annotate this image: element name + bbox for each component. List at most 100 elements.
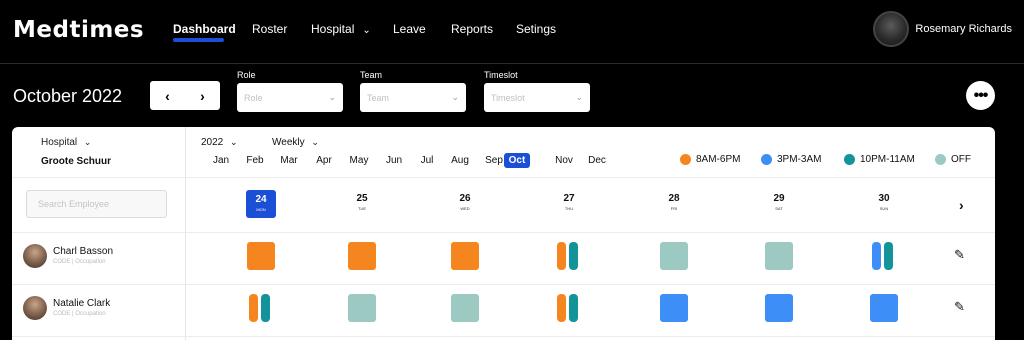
month-aug[interactable]: Aug: [449, 153, 471, 168]
active-nav-indicator: [173, 38, 224, 42]
employee-role: CODE | Occupation: [53, 259, 106, 265]
day-number: 27: [563, 193, 575, 204]
month-selector: Jan Feb Mar Apr May Jun Jul Aug Sep Oct Nov Dec: [12, 153, 612, 169]
day-of-week: TUE: [358, 206, 366, 211]
edit-icon[interactable]: ✎: [954, 299, 965, 315]
shift-block[interactable]: [569, 294, 578, 322]
nav-item-dashboard[interactable]: Dashboard: [173, 22, 236, 36]
shift-block[interactable]: [261, 294, 270, 322]
day-number: 30: [878, 193, 890, 204]
timeslot-select-placeholder: Timeslot: [491, 92, 525, 103]
shift-block[interactable]: [348, 242, 376, 270]
role-filter-label: Role: [237, 70, 256, 80]
search-employee-input[interactable]: Search Employee: [26, 190, 167, 218]
user-menu[interactable]: Rosemary Richards: [873, 11, 1012, 47]
chevron-down-icon: ⌄: [328, 92, 336, 102]
legend-dot: [761, 154, 772, 165]
month-jan[interactable]: Jan: [210, 153, 232, 168]
nav-item-settings[interactable]: Setings: [516, 22, 556, 36]
chevron-down-icon: ⌄: [311, 137, 319, 147]
day-column-header[interactable]: 28 FRI: [659, 192, 689, 211]
legend-dot: [844, 154, 855, 165]
roster-card: Hospital ⌄ Groote Schuur 2022 ⌄ Weekly ⌄…: [12, 127, 995, 340]
day-of-week: THU: [564, 206, 574, 211]
shift-block[interactable]: [557, 294, 566, 322]
team-filter: Team Team ⌄: [360, 70, 466, 112]
shift-block[interactable]: [660, 242, 688, 270]
day-column-header[interactable]: 25 TUE: [347, 192, 377, 211]
role-select-placeholder: Role: [244, 92, 263, 103]
day-column-header[interactable]: 30 SUN: [869, 192, 899, 211]
day-column-header[interactable]: 26 WED: [450, 192, 480, 211]
shift-block[interactable]: [765, 242, 793, 270]
next-week-button[interactable]: ›: [959, 197, 964, 213]
row-divider: [12, 284, 995, 285]
chevron-down-icon: ⌄: [362, 25, 371, 36]
day-column-header[interactable]: 27 THU: [554, 192, 584, 211]
app-logo[interactable]: Medtimes: [13, 17, 144, 43]
day-column-header[interactable]: 29 SAT: [764, 192, 794, 211]
month-jun[interactable]: Jun: [383, 153, 405, 168]
chevron-down-icon: ⌄: [451, 92, 459, 102]
month-may[interactable]: May: [348, 153, 370, 168]
month-nov[interactable]: Nov: [553, 153, 575, 168]
more-options-button[interactable]: •••: [966, 81, 995, 110]
avatar: [23, 296, 47, 320]
year-value: 2022: [201, 137, 224, 148]
month-feb[interactable]: Feb: [244, 153, 266, 168]
legend-dot: [935, 154, 946, 165]
role-select[interactable]: Role ⌄: [237, 83, 343, 112]
month-dec[interactable]: Dec: [586, 153, 608, 168]
day-of-week: MON: [256, 207, 266, 212]
month-oct[interactable]: Oct: [504, 153, 530, 168]
timeslot-select[interactable]: Timeslot ⌄: [484, 83, 590, 112]
page-title: October 2022: [13, 86, 123, 106]
shift-block[interactable]: [348, 294, 376, 322]
day-of-week: FRI: [670, 206, 678, 211]
nav-item-reports[interactable]: Reports: [451, 22, 493, 36]
day-column-header[interactable]: 24 MON: [246, 190, 276, 218]
year-dropdown[interactable]: 2022 ⌄: [201, 137, 238, 148]
month-mar[interactable]: Mar: [278, 153, 300, 168]
shift-block[interactable]: [660, 294, 688, 322]
legend-item: OFF: [935, 154, 971, 165]
chevron-down-icon: ⌄: [230, 137, 238, 147]
hospital-dropdown[interactable]: Hospital ⌄: [41, 137, 91, 148]
shift-block[interactable]: [247, 242, 275, 270]
legend-dot: [680, 154, 691, 165]
chevron-down-icon: ⌄: [575, 92, 583, 102]
month-navigation: ‹ ›: [150, 81, 220, 110]
employee-name: Charl Basson: [53, 246, 114, 257]
day-number: 29: [773, 193, 785, 204]
nav-item-hospital[interactable]: Hospital ⌄: [311, 22, 371, 36]
shift-block[interactable]: [872, 242, 881, 270]
day-number: 24: [255, 194, 267, 205]
legend-item: 3PM-3AM: [761, 154, 821, 165]
shift-block[interactable]: [451, 242, 479, 270]
shift-block[interactable]: [557, 242, 566, 270]
month-sep[interactable]: Sep: [483, 153, 505, 168]
top-bar: Medtimes Dashboard Roster Hospital ⌄ Leav…: [0, 0, 1024, 64]
shift-block[interactable]: [884, 242, 893, 270]
row-divider: [12, 336, 995, 337]
shift-block[interactable]: [870, 294, 898, 322]
shift-block[interactable]: [249, 294, 258, 322]
shift-block[interactable]: [451, 294, 479, 322]
team-select[interactable]: Team ⌄: [360, 83, 466, 112]
shift-block[interactable]: [569, 242, 578, 270]
month-jul[interactable]: Jul: [416, 153, 438, 168]
nav-item-roster[interactable]: Roster: [252, 22, 287, 36]
team-select-placeholder: Team: [367, 92, 390, 103]
legend-label: 8AM-6PM: [696, 154, 741, 165]
edit-icon[interactable]: ✎: [954, 247, 965, 263]
next-month-button[interactable]: ›: [185, 81, 220, 110]
hospital-label: Hospital: [41, 137, 78, 148]
shift-block[interactable]: [765, 294, 793, 322]
day-number: 28: [668, 193, 680, 204]
day-number: 26: [459, 193, 471, 204]
nav-item-leave[interactable]: Leave: [393, 22, 426, 36]
prev-month-button[interactable]: ‹: [150, 81, 185, 110]
role-filter: Role Role ⌄: [237, 70, 343, 112]
period-dropdown[interactable]: Weekly ⌄: [272, 137, 319, 148]
month-apr[interactable]: Apr: [313, 153, 335, 168]
